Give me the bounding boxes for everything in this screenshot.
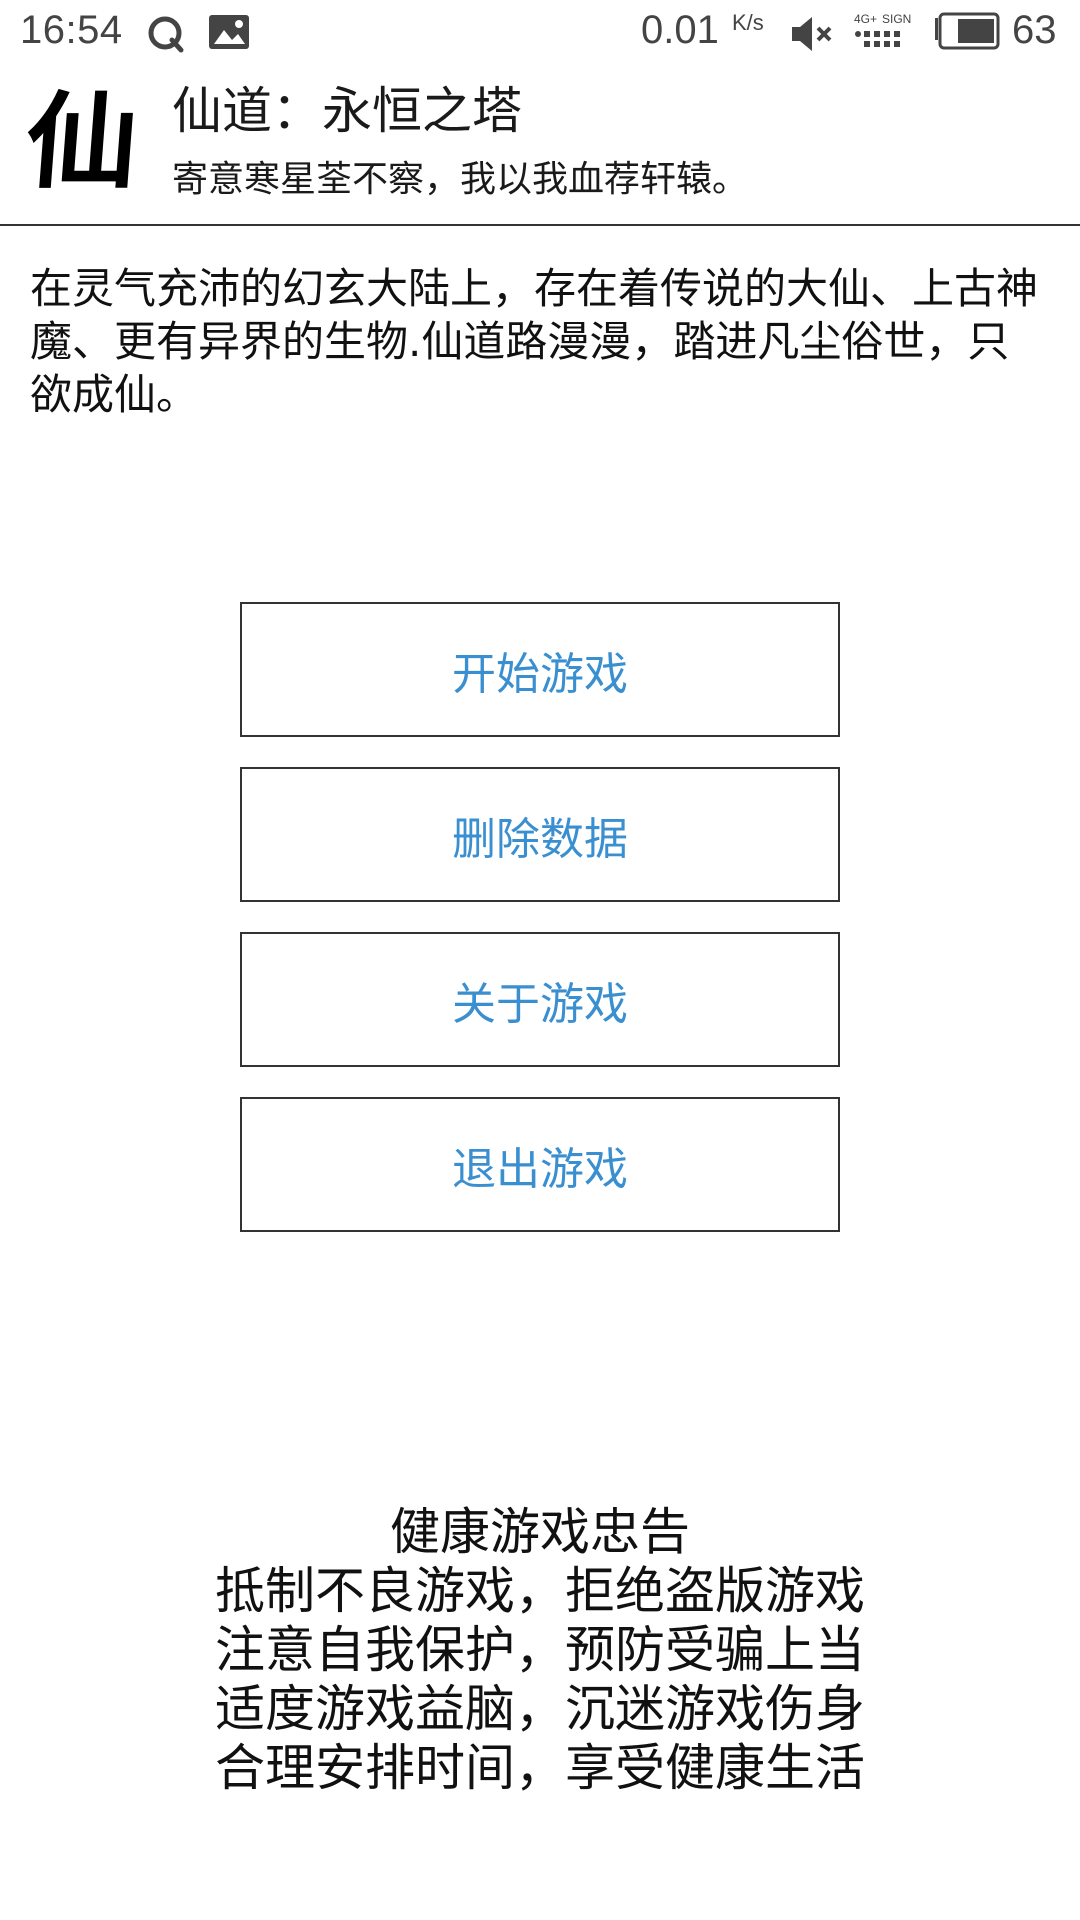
status-bar: 16:54 0.01 K/s 4G+ SIGN 63 (0, 0, 1080, 66)
health-notice: 健康游戏忠告 抵制不良游戏，拒绝盗版游戏 注意自我保护，预防受骗上当 适度游戏益… (0, 1503, 1080, 1798)
mute-icon (790, 14, 834, 58)
health-notice-line: 合理安排时间，享受健康生活 (215, 1739, 865, 1797)
delete-data-button[interactable]: 删除数据 (240, 767, 840, 902)
signal-4g-icon: 4G+ SIGN (852, 10, 914, 54)
app-title: 仙道：永恒之塔 (172, 82, 522, 140)
q-app-icon (146, 14, 186, 58)
health-notice-line: 抵制不良游戏，拒绝盗版游戏 (215, 1562, 865, 1620)
start-game-button[interactable]: 开始游戏 (240, 602, 840, 737)
status-time: 16:54 (20, 8, 123, 52)
net-speed-value: 0.01 (641, 8, 719, 52)
exit-game-button[interactable]: 退出游戏 (240, 1097, 840, 1232)
health-notice-line: 适度游戏益脑，沉迷游戏伤身 (215, 1680, 865, 1738)
battery-icon (932, 12, 1002, 56)
logo: 仙 (21, 80, 143, 203)
health-notice-title: 健康游戏忠告 (390, 1503, 690, 1561)
sign-label: SIGN (882, 12, 911, 26)
app-subtitle: 寄意寒星荃不察，我以我血荐轩辕。 (172, 159, 749, 200)
app-header: 仙 仙道：永恒之塔 寄意寒星荃不察，我以我血荐轩辕。 (0, 66, 1080, 226)
about-game-button[interactable]: 关于游戏 (240, 932, 840, 1067)
network-type-label: 4G+ (854, 12, 877, 26)
intro-text: 在灵气充沛的幻玄大陆上，存在着传说的大仙、上古神魔、更有异界的生物.仙道路漫漫，… (30, 264, 1039, 419)
health-notice-line: 注意自我保护，预防受骗上当 (215, 1621, 865, 1679)
image-notification-icon (208, 14, 250, 54)
net-speed-unit: K/s (732, 10, 764, 35)
battery-level: 63 (1012, 8, 1057, 52)
